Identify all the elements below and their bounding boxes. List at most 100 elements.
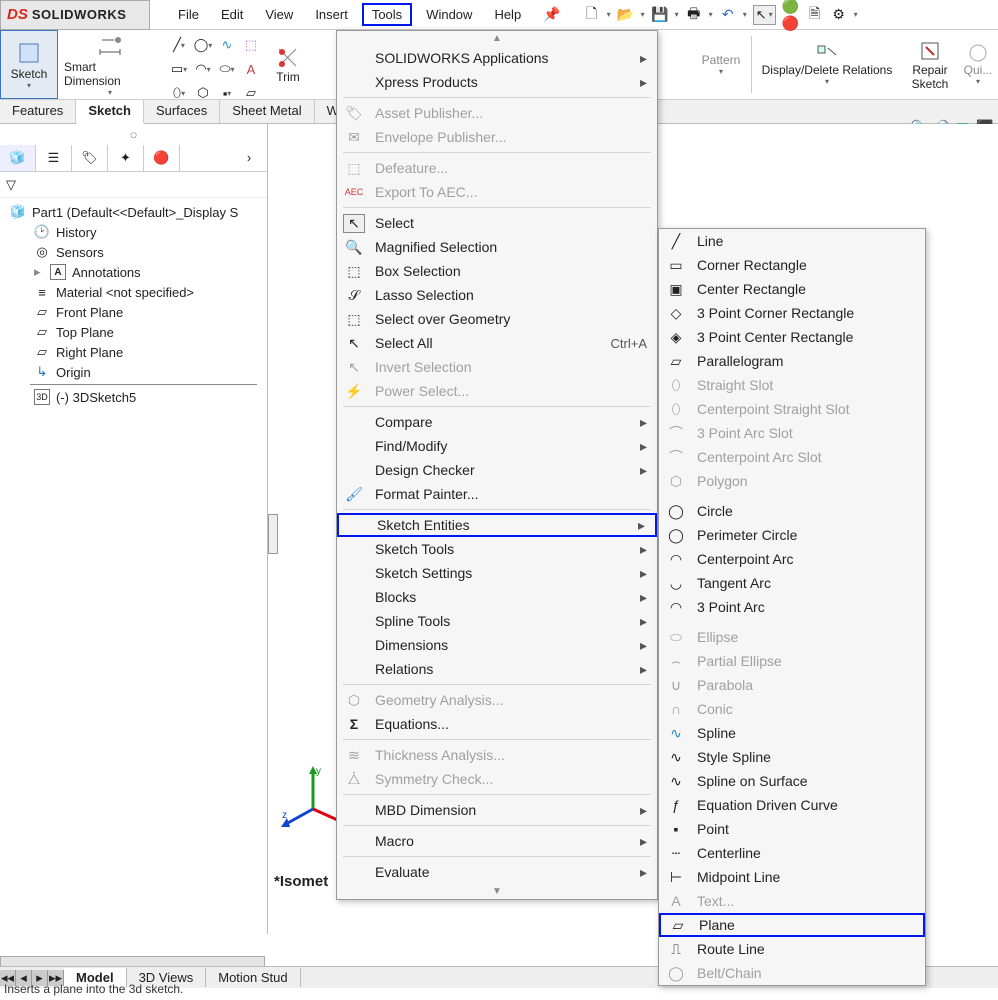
tab-sheet-metal[interactable]: Sheet Metal	[220, 100, 314, 123]
options-icon[interactable]: ⚙	[830, 6, 848, 24]
tree-root[interactable]: 🧊Part1 (Default<<Default>_Display S	[0, 202, 267, 222]
configuration-manager-tab-icon[interactable]: 🏷	[72, 145, 108, 171]
filter-row[interactable]: ▽	[0, 172, 267, 198]
menu-equations[interactable]: ΣEquations...	[337, 712, 657, 736]
tree-3dsketch[interactable]: 3D(-) 3DSketch5	[0, 387, 267, 407]
menu-sketch-settings[interactable]: Sketch Settings▸	[337, 561, 657, 585]
menu-relations[interactable]: Relations▸	[337, 657, 657, 681]
circle-icon[interactable]: ◯▾	[194, 36, 212, 54]
menu-macro[interactable]: Macro▸	[337, 829, 657, 853]
menu-sketch-entities[interactable]: Sketch Entities▸	[337, 513, 657, 537]
menu-window[interactable]: Window	[418, 3, 480, 26]
menu-tools[interactable]: Tools	[362, 3, 412, 26]
spline-icon[interactable]: ∿	[218, 36, 236, 54]
menu-dimensions[interactable]: Dimensions▸	[337, 633, 657, 657]
tree-history[interactable]: 🕑History	[0, 222, 267, 242]
menu-xpress-products[interactable]: Xpress Products▸	[337, 70, 657, 94]
menu-lasso-selection[interactable]: 𝒮Lasso Selection	[337, 283, 657, 307]
entity-center-rectangle[interactable]: ▣Center Rectangle	[659, 277, 925, 301]
panel-grip[interactable]: ○	[0, 124, 267, 144]
entity-3pt-center-rectangle[interactable]: ◈3 Point Center Rectangle	[659, 325, 925, 349]
entity-3pt-corner-rectangle[interactable]: ◇3 Point Corner Rectangle	[659, 301, 925, 325]
tree-sensors[interactable]: ◎Sensors	[0, 242, 267, 262]
menu-scroll-down-icon[interactable]: ▼	[337, 884, 657, 899]
entity-corner-rectangle[interactable]: ▭Corner Rectangle	[659, 253, 925, 277]
entity-style-spline[interactable]: ∿Style Spline	[659, 745, 925, 769]
ellipse-icon[interactable]: ⬭▾	[218, 60, 236, 78]
tab-surfaces[interactable]: Surfaces	[144, 100, 220, 123]
bottom-tab-motion[interactable]: Motion Stud	[206, 968, 300, 987]
open-icon[interactable]: 📂	[617, 6, 635, 24]
tree-annotations[interactable]: ▸AAnnotations	[0, 262, 267, 282]
tab-sketch[interactable]: Sketch	[76, 100, 144, 124]
menu-design-checker[interactable]: Design Checker▸	[337, 458, 657, 482]
entity-perimeter-circle[interactable]: ◯Perimeter Circle	[659, 523, 925, 547]
tree-right-plane[interactable]: ▱Right Plane	[0, 342, 267, 362]
expand-icon[interactable]: ▸	[34, 264, 44, 280]
entity-centerpoint-arc[interactable]: ◠Centerpoint Arc	[659, 547, 925, 571]
new-icon[interactable]: 🗋	[583, 6, 601, 24]
print-icon[interactable]: 🖶	[685, 6, 703, 24]
menu-evaluate[interactable]: Evaluate▸	[337, 860, 657, 884]
tree-top-plane[interactable]: ▱Top Plane	[0, 322, 267, 342]
selection-box-icon[interactable]: ⬚	[242, 36, 260, 54]
menu-solidworks-applications[interactable]: SOLIDWORKS Applications▸	[337, 46, 657, 70]
tree-front-plane[interactable]: ▱Front Plane	[0, 302, 267, 322]
tree-origin[interactable]: ↳Origin	[0, 362, 267, 382]
entity-centerline[interactable]: ┄Centerline	[659, 841, 925, 865]
entity-equation-driven-curve[interactable]: ƒEquation Driven Curve	[659, 793, 925, 817]
line-icon[interactable]: ╱▾	[170, 36, 188, 54]
menu-sketch-tools[interactable]: Sketch Tools▸	[337, 537, 657, 561]
repair-sketch-button[interactable]: Repair Sketch	[902, 30, 958, 99]
menu-blocks[interactable]: Blocks▸	[337, 585, 657, 609]
quick-button[interactable]: Qui... ▾	[958, 30, 998, 99]
tab-features[interactable]: Features	[0, 100, 76, 123]
property-manager-tab-icon[interactable]: ☰	[36, 145, 72, 171]
entity-plane[interactable]: ▱Plane	[659, 913, 925, 937]
menu-format-painter[interactable]: 🖌Format Painter...	[337, 482, 657, 506]
pin-icon[interactable]: 📌	[535, 2, 568, 27]
menu-find-modify[interactable]: Find/Modify▸	[337, 434, 657, 458]
entity-tangent-arc[interactable]: ◡Tangent Arc	[659, 571, 925, 595]
menu-spline-tools[interactable]: Spline Tools▸	[337, 609, 657, 633]
menu-edit[interactable]: Edit	[213, 3, 251, 26]
menu-select[interactable]: ↖Select	[337, 211, 657, 235]
display-delete-relations-button[interactable]: Display/Delete Relations ▾	[752, 30, 902, 99]
menu-select-over-geometry[interactable]: ⬚Select over Geometry	[337, 307, 657, 331]
tree-material[interactable]: ≡Material <not specified>	[0, 282, 267, 302]
entity-parallelogram[interactable]: ▱Parallelogram	[659, 349, 925, 373]
save-icon[interactable]: 💾	[651, 6, 669, 24]
menu-mbd-dimension[interactable]: MBD Dimension▸	[337, 798, 657, 822]
menu-scroll-up-icon[interactable]: ▲	[337, 31, 657, 46]
feature-manager-tab-icon[interactable]: 🧊	[0, 145, 36, 171]
dimxpert-tab-icon[interactable]: ✦	[108, 145, 144, 171]
entity-spline-on-surface[interactable]: ∿Spline on Surface	[659, 769, 925, 793]
menu-compare[interactable]: Compare▸	[337, 410, 657, 434]
entity-midpoint-line[interactable]: ⊢Midpoint Line	[659, 865, 925, 889]
menu-view[interactable]: View	[257, 3, 301, 26]
entity-line[interactable]: ╱Line	[659, 229, 925, 253]
menu-help[interactable]: Help	[486, 3, 529, 26]
sketch-button[interactable]: Sketch ▾	[0, 30, 58, 99]
trim-button[interactable]: Trim	[268, 30, 308, 99]
rebuild-icon[interactable]: 🟢🔴	[782, 6, 800, 24]
pattern-button[interactable]: Pattern ▾	[691, 30, 751, 99]
text-icon[interactable]: A	[242, 60, 260, 78]
menu-box-selection[interactable]: ⬚Box Selection	[337, 259, 657, 283]
undo-icon[interactable]: ↶	[719, 6, 737, 24]
smart-dimension-button[interactable]: Smart Dimension ▾	[58, 30, 162, 99]
file-props-icon[interactable]: 🗎	[806, 6, 824, 24]
flyout-tab[interactable]	[268, 514, 278, 554]
display-manager-tab-icon[interactable]: 🔴	[144, 145, 180, 171]
menu-select-all[interactable]: ↖Select AllCtrl+A	[337, 331, 657, 355]
entity-spline[interactable]: ∿Spline	[659, 721, 925, 745]
arc-icon[interactable]: ◠▾	[194, 60, 212, 78]
entity-3pt-arc[interactable]: ◠3 Point Arc	[659, 595, 925, 619]
entity-circle[interactable]: ◯Circle	[659, 499, 925, 523]
menu-file[interactable]: File	[170, 3, 207, 26]
rect-icon[interactable]: ▭▾	[170, 60, 188, 78]
select-cursor-button[interactable]: ↖▾	[753, 5, 776, 25]
panel-expand-icon[interactable]: ›	[231, 145, 267, 171]
menu-insert[interactable]: Insert	[307, 3, 356, 26]
entity-point[interactable]: ▪Point	[659, 817, 925, 841]
